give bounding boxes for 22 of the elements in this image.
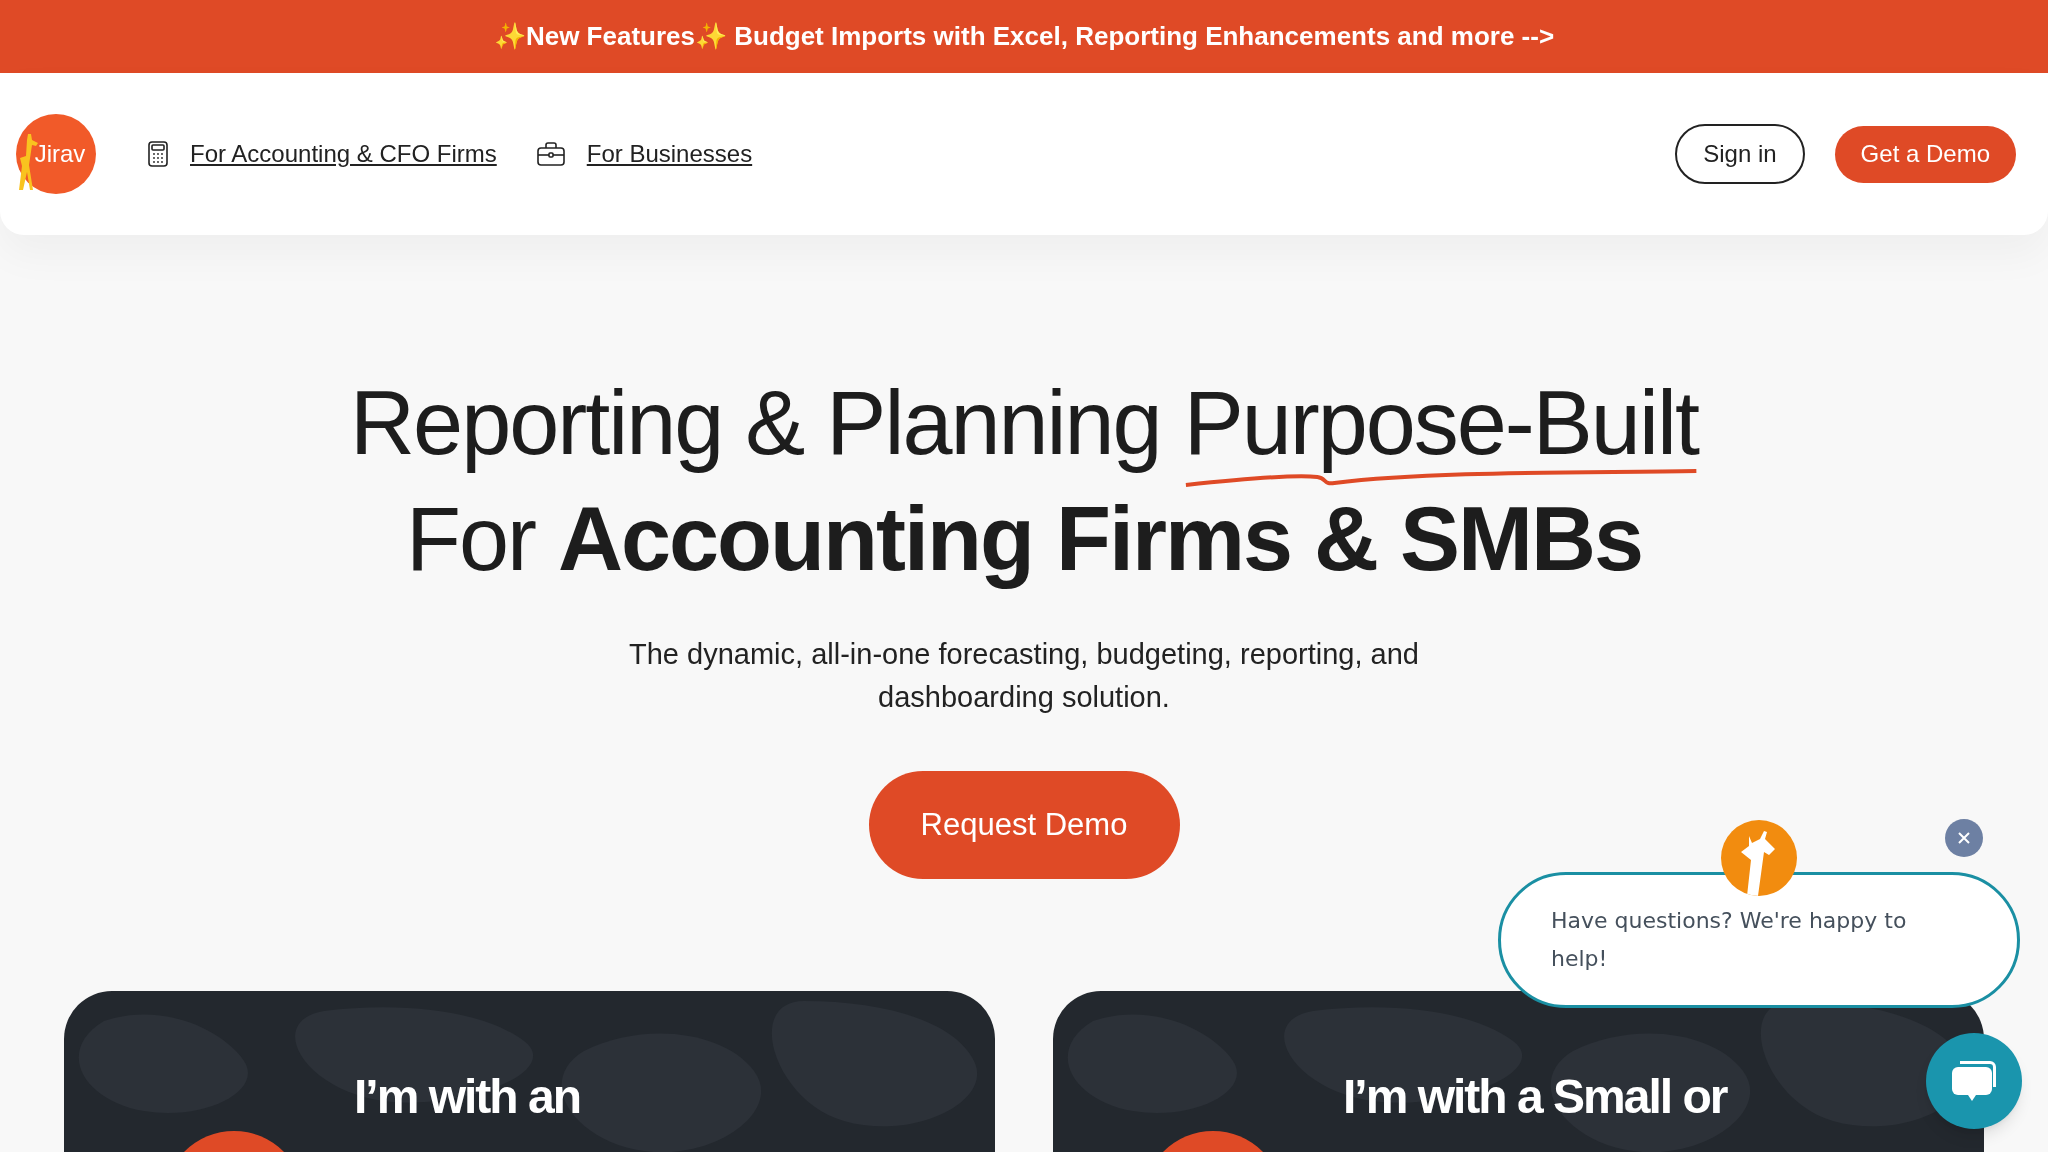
nav-link[interactable]: For Businesses: [586, 136, 753, 172]
chat-message: Have questions? We're happy to help!: [1551, 907, 1908, 973]
hero-subtitle: The dynamic, all-in-one forecasting, budgeting, reporting, and dashboarding solution.: [628, 637, 1420, 715]
nav-link[interactable]: For Accounting & CFO Firms: [190, 136, 497, 172]
card-title: I’m with a Small or: [1343, 1069, 1727, 1125]
close-button[interactable]: [1945, 819, 1983, 857]
audience-card[interactable]: I’m with a Small or: [1053, 991, 1984, 1152]
card-title: I’m with an: [354, 1069, 580, 1125]
hero-headline: For: [405, 489, 537, 589]
briefcase-icon: [536, 142, 565, 166]
hero-headline: Purpose-Built: [1183, 365, 1698, 481]
calculator-icon: [148, 141, 168, 167]
request-demo-button[interactable]: Request Demo: [868, 771, 1180, 879]
get-a-demo-button[interactable]: Get a Demo: [1834, 125, 2016, 183]
announcement-banner[interactable]: ✨New Features✨ Budget Imports with Excel, Reporting Enhancements and more -->: [0, 0, 2048, 73]
sign-in-button[interactable]: Sign in: [1675, 124, 1805, 184]
chat-icon: [1950, 1059, 1998, 1103]
audience-card[interactable]: I’m with an: [64, 991, 995, 1152]
chat-bubble[interactable]: Have questions? We're happy to help!: [1498, 872, 2020, 1008]
hero-headline: Accounting Firms & SMBs: [557, 489, 1643, 589]
close-icon: [1957, 831, 1971, 845]
hero-headline: Reporting & Planning: [350, 373, 1162, 473]
